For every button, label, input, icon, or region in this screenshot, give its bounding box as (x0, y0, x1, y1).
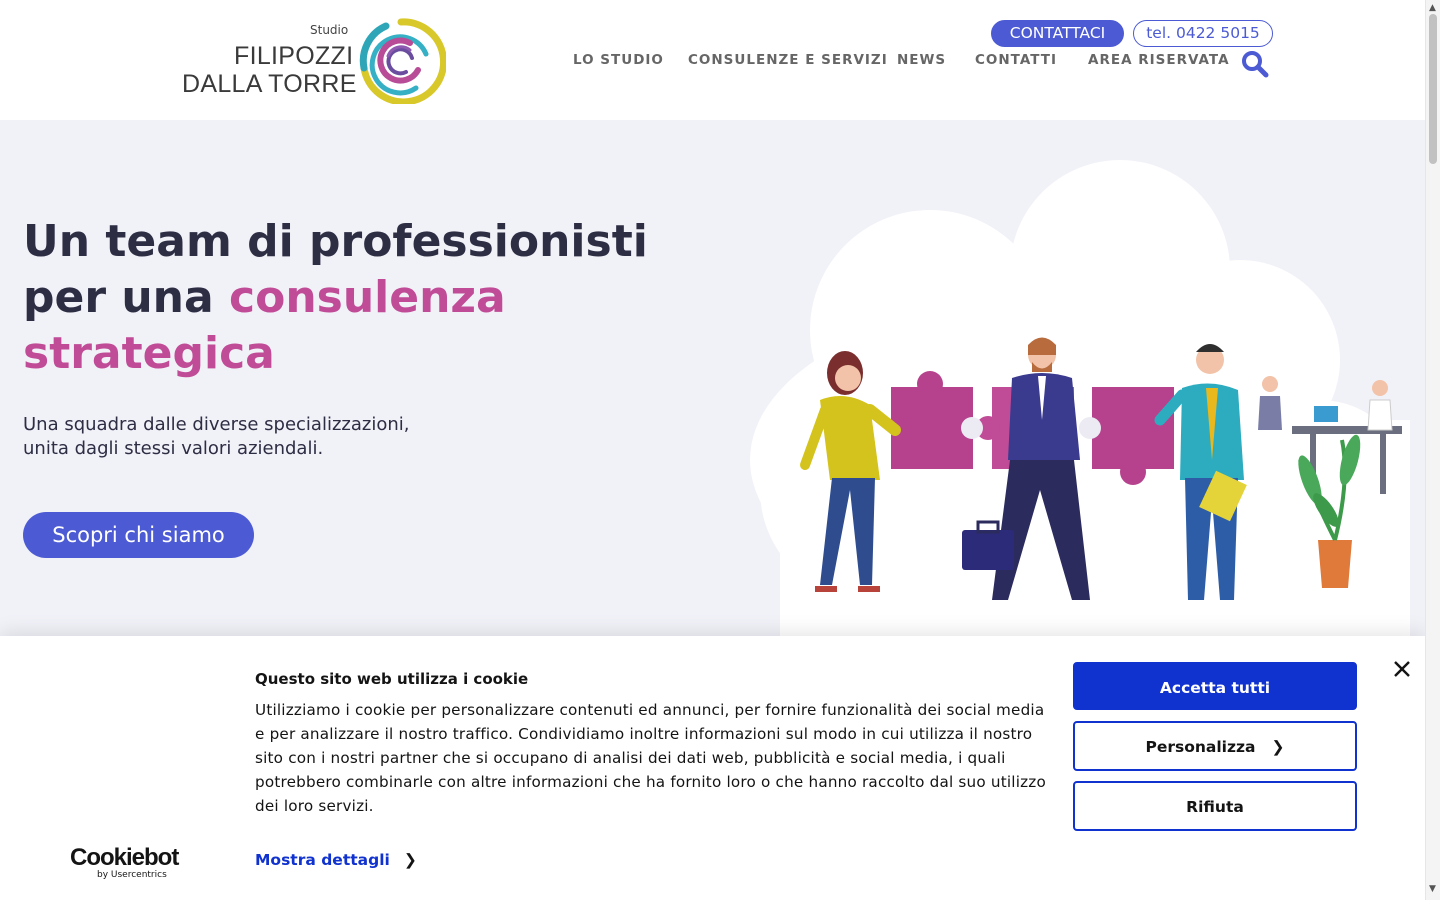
page-scrollbar[interactable]: ▲ ▼ (1425, 0, 1440, 900)
chevron-right-icon: ❯ (403, 851, 417, 869)
logo-line-2: DALLA TORRE (182, 70, 357, 98)
site-logo[interactable]: Studio FILIPOZZI DALLA TORRE (180, 18, 446, 104)
hero-subtitle: Una squadra dalle diverse specializzazio… (23, 413, 453, 461)
hero-title: Un team di professionisti per una consul… (23, 214, 663, 382)
scroll-down-arrow-icon[interactable]: ▼ (1429, 884, 1436, 894)
team-puzzle-illustration (750, 160, 1410, 640)
cookiebot-logo: Cookiebot by Usercentrics (70, 844, 180, 880)
show-details-label: Mostra dettagli (255, 851, 390, 869)
cookie-banner: Cookiebot by Usercentrics Questo sito we… (0, 636, 1425, 900)
logo-swirl-icon (359, 18, 446, 104)
nav-item-news[interactable]: NEWS (897, 52, 946, 68)
cookiebot-brand: Cookiebot (70, 844, 179, 871)
reject-button[interactable]: Rifiuta (1073, 781, 1357, 831)
site-header: Studio FILIPOZZI DALLA TORRE CONTATTACI … (0, 0, 1425, 120)
logo-studio-text: Studio (310, 23, 349, 37)
nav-item-area-riservata[interactable]: AREA RISERVATA (1088, 52, 1230, 68)
scrollbar-thumb[interactable] (1429, 14, 1437, 164)
close-icon[interactable] (1391, 658, 1413, 680)
show-details-link[interactable]: Mostra dettagli ❯ (255, 851, 417, 869)
hero-subtitle-line-2: unita dagli stessi valori aziendali. (23, 438, 324, 459)
nav-item-consulenze-servizi[interactable]: CONSULENZE E SERVIZI (688, 52, 888, 68)
chevron-right-icon: ❯ (1271, 738, 1285, 756)
search-icon[interactable] (1241, 50, 1269, 78)
customize-label: Personalizza (1145, 738, 1256, 756)
phone-button[interactable]: tel. 0422 5015 (1133, 20, 1273, 47)
cookie-title: Questo sito web utilizza i cookie (255, 670, 529, 688)
cookie-body-text: Utilizziamo i cookie per personalizzare … (255, 701, 1046, 815)
contact-us-button[interactable]: CONTATTACI (991, 20, 1124, 47)
hero-section: Un team di professionisti per una consul… (0, 120, 1425, 640)
scroll-up-arrow-icon[interactable]: ▲ (1429, 3, 1436, 13)
customize-button[interactable]: Personalizza ❯ (1073, 721, 1357, 771)
logo-line-1: FILIPOZZI (234, 42, 354, 70)
discover-us-button[interactable]: Scopri chi siamo (23, 512, 254, 558)
nav-item-lo-studio[interactable]: LO STUDIO (573, 52, 664, 68)
accept-all-button[interactable]: Accetta tutti (1073, 662, 1357, 710)
nav-item-contatti[interactable]: CONTATTI (975, 52, 1057, 68)
hero-subtitle-line-1: Una squadra dalle diverse specializzazio… (23, 414, 410, 435)
